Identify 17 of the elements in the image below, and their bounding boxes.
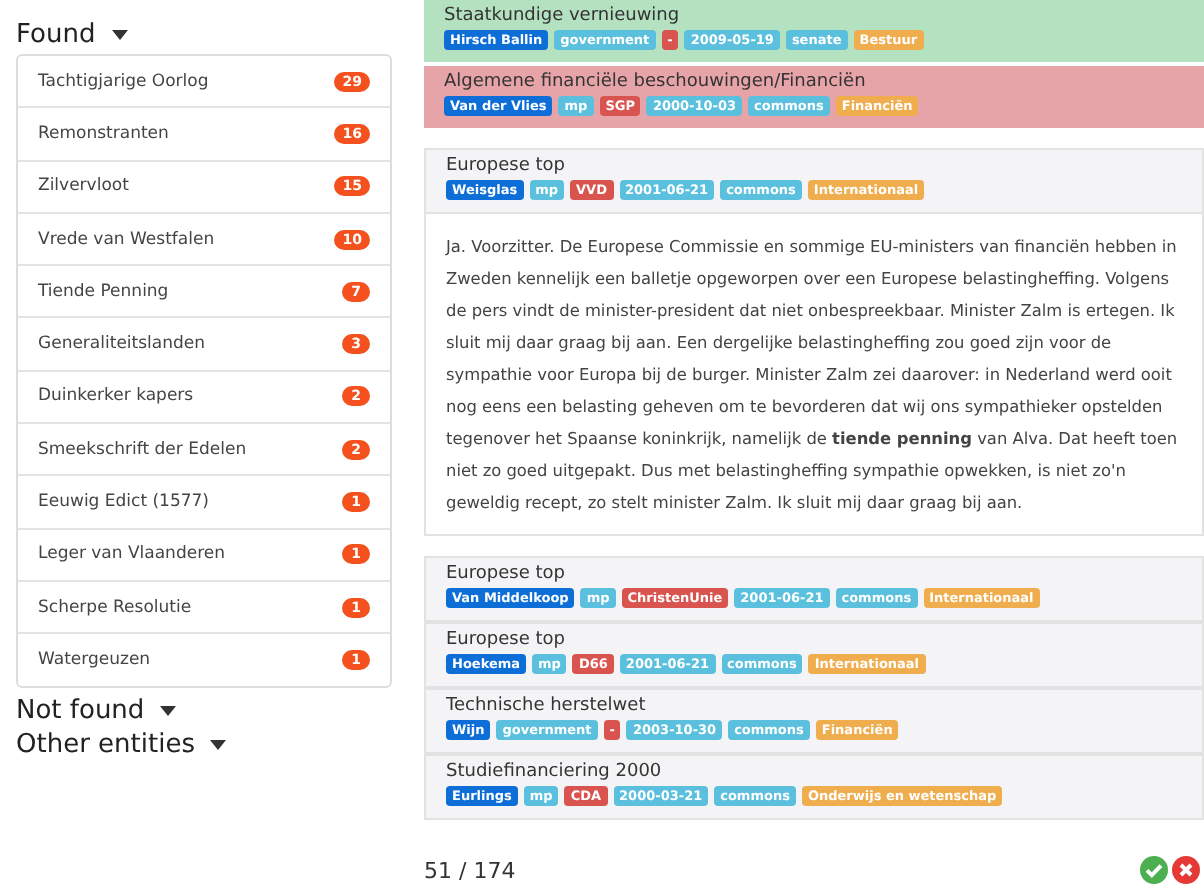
section-toggle[interactable]: Found bbox=[16, 20, 392, 50]
result-title: Europese top bbox=[446, 156, 567, 176]
result-title: Algemene financiële beschouwingen/Financiën bbox=[444, 72, 868, 92]
check-icon[interactable] bbox=[1140, 856, 1168, 884]
close-icon[interactable] bbox=[1172, 856, 1200, 884]
caret-icon bbox=[111, 30, 128, 40]
caret-icon bbox=[210, 739, 227, 750]
page-counter: 51 / 174 bbox=[424, 857, 516, 883]
result-title: Europese top bbox=[446, 564, 567, 584]
result-title: Europese top bbox=[446, 630, 567, 650]
speech-text: Ja. Voorzitter. De Europese Commissie en sommige EU-ministers van financiën hebben in Zweden kennelijk een balletje opgeworpen over een Europese belastingheffing. Volgens de pers vindt de minister-president dat niet onbespreekbaar. Minister Zalm is ertegen. Ik sluit mij daar graag bij aan. Een dergelijke belastingheffing zou goed zijn voor de sympathie voor Europa bij de burger. Minister Zalm zei daarover: in Nederland werd ooit nog eens een belasting geheven om te bevorderen dat wij ons sympathieker opstelden tegenover het Spaanse koninkrijk, namelijk de tiende penning van Alva. Dat heeft toen niet zo goed uitgepakt. Dus met belastingheffing sympathie opwekken, is niet zo'n geweldig recept, zo stelt minister Zalm. Ik sluit mij daar graag bij aan. bbox=[424, 214, 1204, 536]
caret-icon bbox=[160, 705, 177, 716]
result-title: Studiefinanciering 2000 bbox=[446, 762, 664, 782]
section-toggle[interactable]: Other entities bbox=[16, 729, 392, 760]
section-toggle[interactable]: Not found bbox=[16, 695, 392, 726]
result-title: Staatkundige vernieuwing bbox=[444, 6, 682, 26]
result-title: Technische herstelwet bbox=[446, 696, 648, 716]
